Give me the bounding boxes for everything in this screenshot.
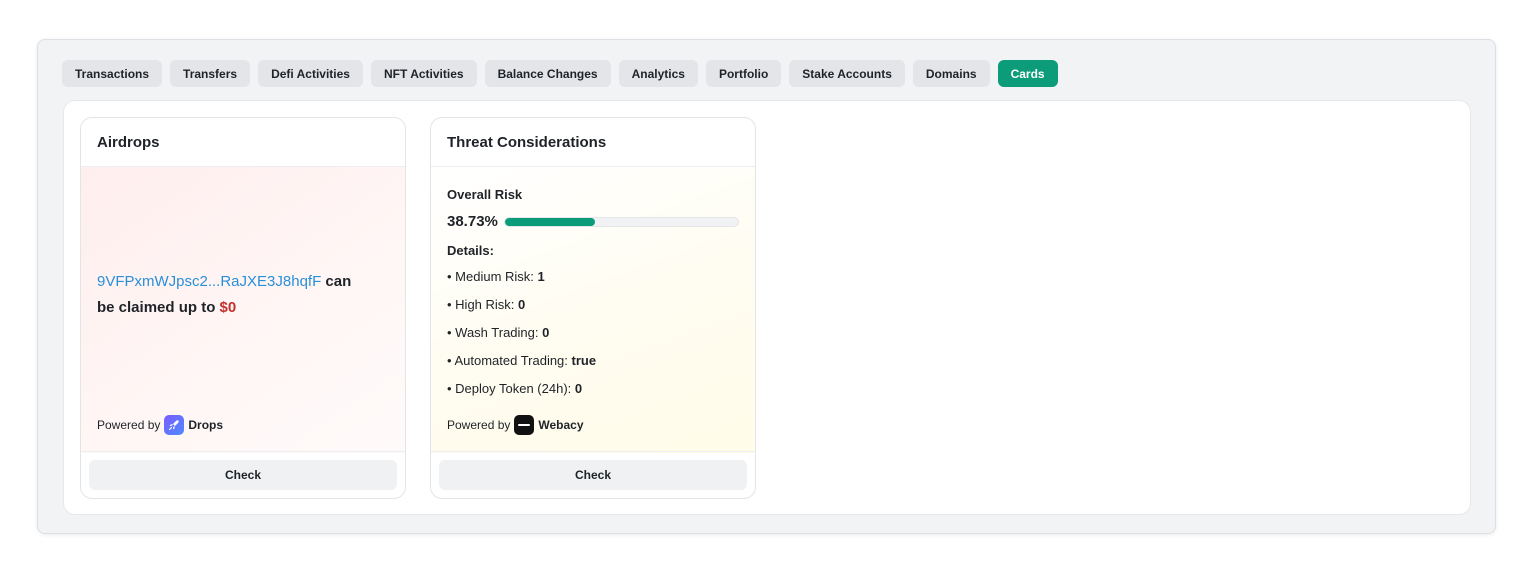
drops-brand-name: Drops (188, 418, 224, 432)
tab-balance-changes[interactable]: Balance Changes (484, 60, 611, 87)
airdrop-amount: $0 (219, 299, 237, 316)
airdrops-card-body: 9VFPxmWJpsc2...RaJXE3J8hqfF can be claim… (81, 167, 405, 453)
risk-details-list: • Medium Risk: 1 • High Risk: 0 • Wash T… (447, 268, 596, 408)
overall-risk-progress-fill (504, 217, 596, 226)
detail-medium-risk: • Medium Risk: 1 (447, 269, 545, 284)
tab-portfolio[interactable]: Portfolio (705, 60, 782, 87)
tab-cards[interactable]: Cards (997, 60, 1058, 87)
details-label: Details: (447, 243, 494, 258)
detail-high-risk: • High Risk: 0 (447, 297, 526, 312)
threat-card-title: Threat Considerations (431, 118, 755, 167)
tab-transactions[interactable]: Transactions (62, 60, 163, 87)
overall-risk-label: Overall Risk (447, 187, 523, 202)
webacy-logo-icon (514, 415, 535, 435)
detail-automated-trading: • Automated Trading: true (447, 353, 597, 368)
drops-rocket-icon (164, 415, 185, 435)
threat-card-body: Overall Risk 38.73% Details: • Medium Ri… (431, 167, 755, 453)
airdrop-claim-message: 9VFPxmWJpsc2...RaJXE3J8hqfF can be claim… (97, 269, 365, 321)
account-cards-panel: Transactions Transfers Defi Activities N… (37, 39, 1496, 534)
tab-domains[interactable]: Domains (912, 60, 990, 87)
threat-considerations-card: Threat Considerations Overall Risk 38.73… (430, 117, 756, 499)
powered-by-label: Powered by (447, 418, 511, 432)
airdrops-powered-by: Powered by Drops (97, 415, 223, 435)
webacy-brand-name: Webacy (538, 418, 584, 432)
tab-bar: Transactions Transfers Defi Activities N… (62, 60, 1058, 87)
tab-transfers[interactable]: Transfers (170, 60, 251, 87)
tab-analytics[interactable]: Analytics (618, 60, 698, 87)
airdrops-card-title: Airdrops (81, 118, 405, 167)
overall-risk-row: 38.73% (447, 213, 739, 230)
airdrops-check-button[interactable]: Check (89, 460, 397, 490)
tab-defi-activities[interactable]: Defi Activities (258, 60, 363, 87)
tab-nft-activities[interactable]: NFT Activities (370, 60, 477, 87)
overall-risk-value: 38.73% (447, 213, 498, 230)
overall-risk-progress-bar (503, 216, 739, 227)
wallet-address-link[interactable]: 9VFPxmWJpsc2...RaJXE3J8hqfF (97, 273, 321, 290)
threat-card-footer: Check (431, 451, 755, 498)
airdrops-card: Airdrops 9VFPxmWJpsc2...RaJXE3J8hqfF can… (80, 117, 406, 499)
detail-deploy-token: • Deploy Token (24h): 0 (447, 381, 583, 396)
airdrops-card-footer: Check (81, 451, 405, 498)
threat-check-button[interactable]: Check (439, 460, 747, 490)
threat-powered-by: Powered by Webacy (447, 415, 584, 435)
powered-by-label: Powered by (97, 418, 161, 432)
detail-wash-trading: • Wash Trading: 0 (447, 325, 550, 340)
tab-stake-accounts[interactable]: Stake Accounts (789, 60, 905, 87)
cards-content: Airdrops 9VFPxmWJpsc2...RaJXE3J8hqfF can… (63, 100, 1471, 515)
